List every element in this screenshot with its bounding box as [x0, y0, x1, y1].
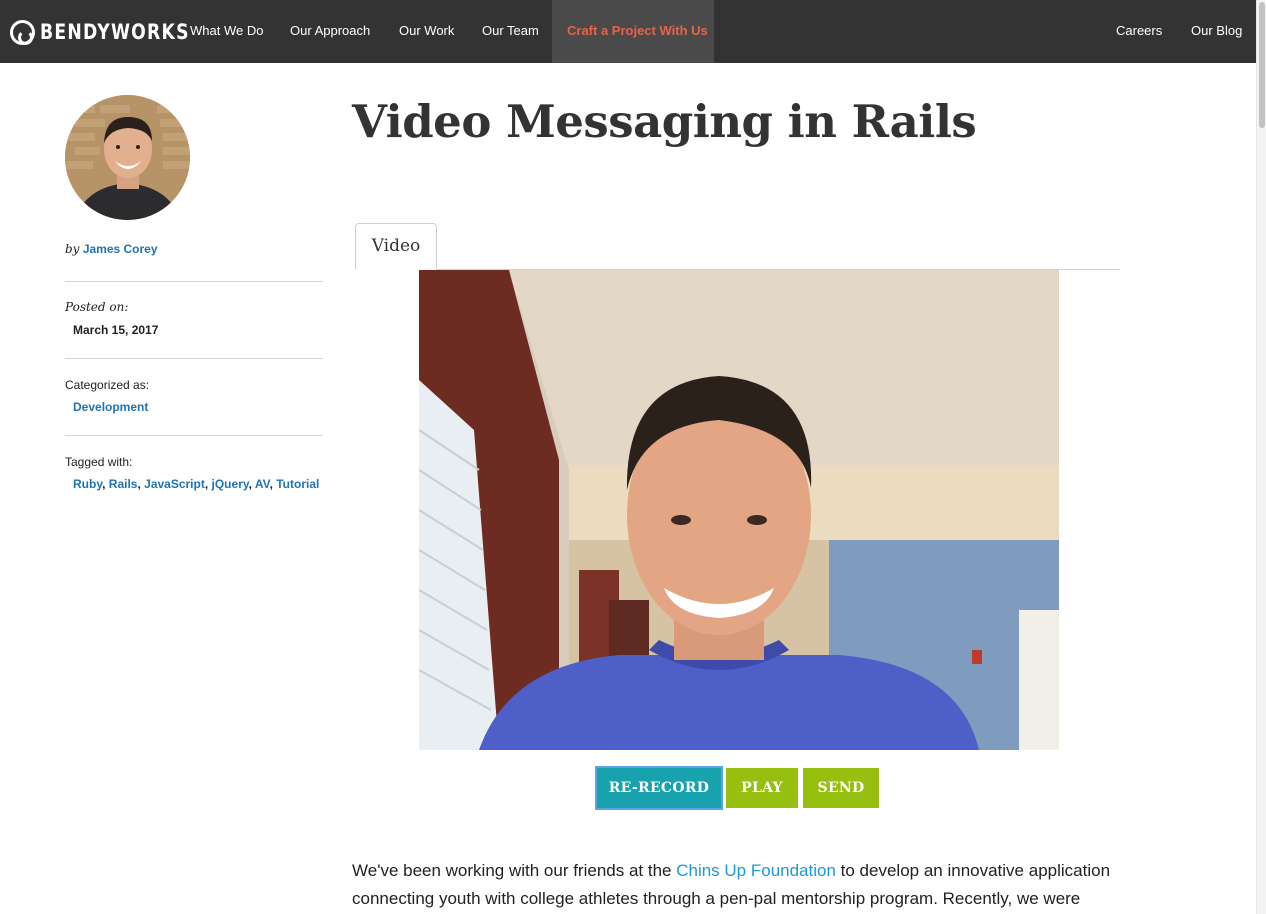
nav-item-our-team[interactable]: Our Team: [482, 0, 539, 63]
tag-list: Ruby, Rails, JavaScript, jQuery, AV, Tut…: [73, 477, 320, 491]
article-intro: We've been working with our friends at t…: [352, 857, 1152, 913]
category: Development: [73, 400, 148, 414]
tagged-label: Tagged with:: [65, 455, 133, 469]
nav-item-careers[interactable]: Careers: [1116, 0, 1162, 63]
nav-item-craft-a-project[interactable]: Craft a Project With Us: [552, 0, 714, 63]
nav-item-our-work[interactable]: Our Work: [399, 0, 454, 63]
tag-link[interactable]: JavaScript: [144, 477, 205, 491]
sidebar-divider: [65, 358, 323, 359]
nav-item-our-approach[interactable]: Our Approach: [290, 0, 370, 63]
logo-icon: [10, 19, 35, 45]
sidebar-divider: [65, 435, 323, 436]
tag-link[interactable]: Rails: [109, 477, 138, 491]
article-text: We've been working with our friends at t…: [352, 861, 677, 880]
author-link[interactable]: James Corey: [83, 242, 158, 256]
tag-link[interactable]: jQuery: [212, 477, 249, 491]
nav-item-our-blog[interactable]: Our Blog: [1191, 0, 1242, 63]
tab-video[interactable]: Video: [355, 223, 437, 270]
tag-link[interactable]: AV: [255, 477, 270, 491]
tag-link[interactable]: Tutorial: [276, 477, 319, 491]
tag-link[interactable]: Ruby: [73, 477, 102, 491]
webcam-frame: [419, 270, 1059, 750]
category-link[interactable]: Development: [73, 400, 148, 414]
vertical-scrollbar[interactable]: [1256, 0, 1266, 914]
logo-text: BENDYWORKS: [40, 20, 190, 44]
send-button[interactable]: SEND: [803, 768, 879, 808]
categorized-label: Categorized as:: [65, 378, 150, 392]
byline-prefix: by: [65, 242, 80, 256]
sidebar-divider: [65, 281, 323, 282]
top-navigation: BENDYWORKS What We Do Our Approach Our W…: [0, 0, 1256, 63]
author-avatar: [65, 95, 190, 220]
scrollbar-thumb[interactable]: [1259, 2, 1265, 128]
re-record-button[interactable]: RE-RECORD: [597, 768, 721, 808]
play-button[interactable]: PLAY: [726, 768, 798, 808]
chins-up-foundation-link[interactable]: Chins Up Foundation: [676, 861, 836, 880]
byline: by James Corey: [65, 242, 158, 256]
author-photo: [65, 95, 190, 220]
page-title: Video Messaging in Rails: [352, 95, 977, 148]
posted-date: March 15, 2017: [73, 323, 159, 337]
video-preview[interactable]: [419, 270, 1059, 750]
posted-label: Posted on:: [65, 300, 129, 314]
nav-item-what-we-do[interactable]: What We Do: [190, 0, 263, 63]
